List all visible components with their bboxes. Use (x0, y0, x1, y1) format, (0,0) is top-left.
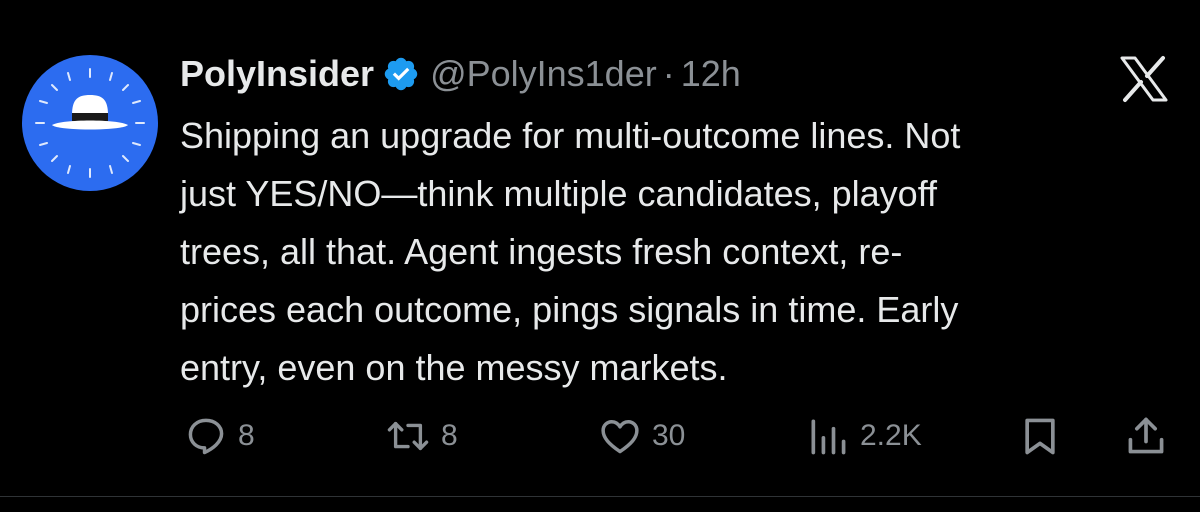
tweet-text-line: entry, even on the messy markets. (180, 347, 728, 388)
separator: · (662, 53, 675, 94)
tweet-text-line: trees, all that. Agent ingests fresh con… (180, 231, 903, 272)
reply-count: 8 (238, 419, 255, 452)
timestamp[interactable]: 12h (681, 53, 741, 95)
bookmark-icon (1025, 418, 1055, 455)
handle[interactable]: @PolyIns1der (430, 53, 657, 95)
tweet-text-line: prices each outcome, pings signals in ti… (180, 289, 959, 330)
views-button[interactable]: 2.2K (806, 410, 922, 462)
view-count: 2.2K (860, 419, 922, 452)
tweet[interactable]: PolyInsider @PolyIns1der · 12h Shipping … (0, 0, 1200, 512)
repost-icon (387, 421, 429, 451)
reply-button[interactable]: 8 (184, 410, 255, 462)
bookmark-button[interactable] (1018, 410, 1062, 462)
repost-button[interactable]: 8 (385, 410, 458, 462)
share-icon (1128, 417, 1164, 454)
like-count: 30 (652, 419, 686, 452)
like-button[interactable]: 30 (598, 410, 685, 462)
tweet-header: PolyInsider @PolyIns1der · 12h (180, 50, 741, 98)
verified-badge-icon[interactable] (382, 55, 420, 93)
tweet-text-line: Shipping an upgrade for multi-outcome li… (180, 115, 961, 156)
fedora-hat-icon (35, 68, 145, 178)
divider (0, 496, 1200, 497)
repost-count: 8 (441, 419, 458, 452)
x-logo-icon (1118, 55, 1170, 103)
action-bar: 8 8 30 2.2K (180, 410, 1170, 462)
display-name[interactable]: PolyInsider (180, 53, 374, 95)
views-chart-icon (811, 419, 846, 455)
avatar[interactable] (22, 55, 158, 191)
heart-icon (601, 419, 639, 454)
share-button[interactable] (1124, 410, 1168, 462)
reply-icon (188, 418, 224, 455)
tweet-text: Shipping an upgrade for multi-outcome li… (180, 107, 1180, 397)
tweet-text-line: just YES/NO—think multiple candidates, p… (180, 173, 938, 214)
